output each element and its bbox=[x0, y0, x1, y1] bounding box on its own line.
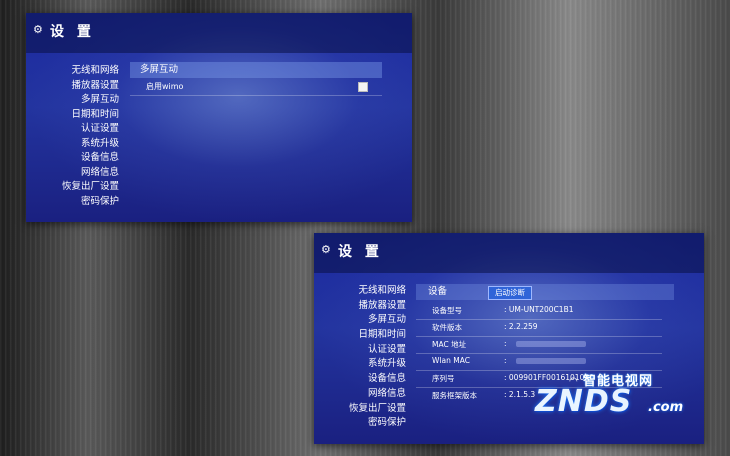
sidebar-item-player-settings[interactable]: 播放器设置 bbox=[26, 79, 119, 94]
sidebar-menu: 无线和网络 播放器设置 多屏互动 日期和时间 认证设置 系统升级 设备信息 网络… bbox=[314, 284, 406, 431]
section-title: 多屏互动 bbox=[130, 62, 382, 78]
gear-icon: ⚙ bbox=[33, 23, 43, 36]
info-label: 设备型号 bbox=[432, 306, 462, 315]
sidebar-item-device-info[interactable]: 设备信息 bbox=[26, 151, 119, 166]
info-label: MAC 地址 bbox=[432, 340, 467, 349]
watermark-brand: ZNDS bbox=[535, 384, 633, 419]
info-row-wlan-mac: Wlan MAC : bbox=[416, 354, 676, 369]
info-row-software-version: 软件版本 : 2.2.259 bbox=[416, 320, 676, 335]
settings-screen-top: ⚙ 设 置 无线和网络 播放器设置 多屏互动 日期和时间 认证设置 系统升级 设… bbox=[26, 13, 412, 222]
info-row-mac: MAC 地址 : bbox=[416, 337, 676, 352]
wimo-label: 启用wimo bbox=[146, 82, 184, 91]
row-divider bbox=[130, 95, 382, 96]
sidebar-menu: 无线和网络 播放器设置 多屏互动 日期和时间 认证设置 系统升级 设备信息 网络… bbox=[26, 64, 119, 209]
info-label: Wlan MAC bbox=[432, 356, 470, 365]
wimo-setting-row[interactable]: 启用wimo bbox=[130, 80, 382, 95]
sidebar-item-device-info[interactable]: 设备信息 bbox=[314, 372, 406, 387]
header: ⚙ 设 置 bbox=[26, 13, 412, 53]
sidebar-item-wireless-network[interactable]: 无线和网络 bbox=[314, 284, 406, 299]
gear-icon: ⚙ bbox=[321, 243, 331, 256]
sidebar-item-factory-reset[interactable]: 恢复出厂设置 bbox=[26, 180, 119, 195]
sidebar-item-date-time[interactable]: 日期和时间 bbox=[26, 108, 119, 123]
header: ⚙ 设 置 bbox=[314, 233, 704, 273]
sidebar-item-auth-settings[interactable]: 认证设置 bbox=[314, 343, 406, 358]
wimo-checkbox[interactable] bbox=[358, 82, 368, 92]
info-row-model: 设备型号 : UM-UNT200C1B1 bbox=[416, 303, 676, 318]
watermark-suffix: .com bbox=[648, 400, 684, 415]
page-title: 设 置 bbox=[50, 24, 95, 40]
info-label: 软件版本 bbox=[432, 323, 462, 332]
sidebar-item-system-upgrade[interactable]: 系统升级 bbox=[314, 357, 406, 372]
sidebar-item-wireless-network[interactable]: 无线和网络 bbox=[26, 64, 119, 79]
info-label: 服务框架版本 bbox=[432, 391, 477, 400]
info-value: : bbox=[504, 339, 507, 348]
info-value: : UM-UNT200C1B1 bbox=[504, 305, 574, 314]
info-value: : bbox=[504, 356, 507, 365]
redacted-value bbox=[516, 341, 586, 347]
sidebar-item-network-info[interactable]: 网络信息 bbox=[314, 387, 406, 402]
redacted-value bbox=[516, 358, 586, 364]
sidebar-item-password[interactable]: 密码保护 bbox=[26, 195, 119, 210]
page-title: 设 置 bbox=[338, 244, 383, 260]
sidebar-item-multiscreen[interactable]: 多屏互动 bbox=[314, 313, 406, 328]
sidebar-item-password[interactable]: 密码保护 bbox=[314, 416, 406, 431]
info-value: : 2.2.259 bbox=[504, 322, 538, 331]
info-label: 序列号 bbox=[432, 374, 455, 383]
znds-watermark: ◠ 智能电视网 ZNDS .com bbox=[535, 370, 705, 420]
sidebar-item-auth-settings[interactable]: 认证设置 bbox=[26, 122, 119, 137]
sidebar-item-network-info[interactable]: 网络信息 bbox=[26, 166, 119, 181]
sidebar-item-multiscreen[interactable]: 多屏互动 bbox=[26, 93, 119, 108]
sidebar-item-system-upgrade[interactable]: 系统升级 bbox=[26, 137, 119, 152]
sidebar-item-factory-reset[interactable]: 恢复出厂设置 bbox=[314, 402, 406, 417]
sidebar-item-date-time[interactable]: 日期和时间 bbox=[314, 328, 406, 343]
info-value: : 2.1.5.3 bbox=[504, 390, 536, 399]
section-title: 设备 bbox=[416, 284, 674, 300]
sidebar-item-player-settings[interactable]: 播放器设置 bbox=[314, 299, 406, 314]
start-diagnosis-button[interactable]: 启动诊断 bbox=[488, 286, 532, 300]
